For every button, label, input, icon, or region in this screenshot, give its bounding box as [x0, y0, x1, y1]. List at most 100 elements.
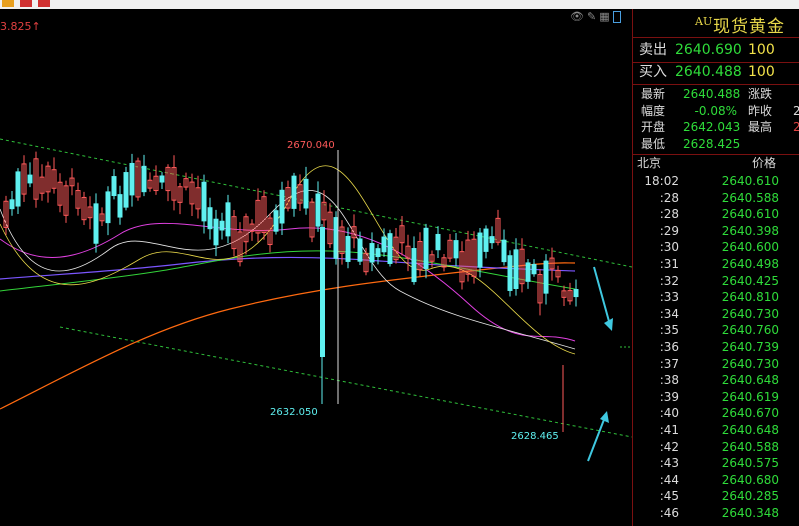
tick-time: :34: [659, 306, 679, 321]
candle-body: [369, 243, 375, 263]
tick-price: 2640.648: [721, 422, 779, 437]
tick-row[interactable]: :37 2640.730: [633, 356, 799, 373]
candle-body: [9, 199, 15, 210]
tick-row[interactable]: :38 2640.648: [633, 372, 799, 389]
tick-time: :46: [659, 505, 679, 520]
tick-time: :28: [659, 190, 679, 205]
tick-row[interactable]: :42 2640.588: [633, 439, 799, 456]
down-arrow: [593, 266, 611, 326]
draw-icon[interactable]: ✎: [587, 10, 596, 24]
stat-label: 最新: [641, 87, 666, 101]
candle-body: [159, 175, 165, 183]
panel-icon[interactable]: [612, 11, 621, 23]
candle-body: [15, 171, 21, 207]
tick-time: :36: [659, 339, 679, 354]
tick-row[interactable]: :40 2640.670: [633, 405, 799, 422]
tick-row[interactable]: :28 2640.610: [633, 206, 799, 223]
tick-row[interactable]: :35 2640.760: [633, 322, 799, 339]
eye-icon[interactable]: 👁: [570, 10, 584, 24]
stat-value: -0.08%: [694, 103, 737, 118]
candle-body: [141, 165, 147, 193]
candle-body: [333, 217, 339, 259]
tick-time: :32: [659, 273, 679, 288]
title-strip: [0, 0, 799, 9]
tick-row[interactable]: 18:02 2640.610: [633, 173, 799, 190]
app-icon[interactable]: [2, 0, 14, 7]
tick-price: 2640.588: [721, 439, 779, 454]
tick-row[interactable]: :45 2640.285: [633, 488, 799, 505]
candle-body: [213, 218, 219, 246]
candle-body: [320, 227, 325, 357]
sell-row[interactable]: 卖出 2640.690 100: [633, 38, 799, 62]
tick-price: 2640.619: [721, 389, 779, 404]
tick-time: :41: [659, 422, 679, 437]
tick-row[interactable]: :39 2640.619: [633, 389, 799, 406]
tick-row[interactable]: :29 2640.398: [633, 223, 799, 240]
buy-price: 2640.488: [675, 64, 742, 80]
candlestick-chart[interactable]: 2670.040 2632.050 2628.465: [0, 9, 632, 526]
price-header: 价格: [752, 156, 777, 170]
app-icon[interactable]: [38, 0, 50, 7]
stat-label: 开盘: [641, 120, 666, 134]
tick-price: 2640.730: [721, 306, 779, 321]
tick-row[interactable]: :28 2640.588: [633, 190, 799, 207]
tick-price: 2640.739: [721, 339, 779, 354]
tick-time: :39: [659, 389, 679, 404]
tick-time: 18:02: [644, 174, 679, 188]
app-icon[interactable]: [20, 0, 32, 7]
candle-body: [531, 264, 537, 275]
tick-time: :28: [659, 207, 679, 222]
tick-row[interactable]: :30 2640.600: [633, 239, 799, 256]
candle-body: [489, 236, 495, 244]
candle-body: [279, 189, 285, 224]
candle-body: [105, 191, 111, 224]
channel-lower-line: [59, 326, 632, 438]
tick-row[interactable]: :43 2640.575: [633, 455, 799, 472]
tick-row[interactable]: :33 2640.810: [633, 289, 799, 306]
candle-body: [117, 194, 123, 218]
buy-volume: 100: [748, 64, 775, 80]
candle-body: [303, 178, 309, 209]
sell-price: 2640.690: [675, 42, 742, 58]
tick-time: :40: [659, 406, 679, 421]
tick-row[interactable]: :44 2640.680: [633, 472, 799, 489]
tick-price: 2640.575: [721, 456, 779, 471]
tick-row[interactable]: :41 2640.648: [633, 422, 799, 439]
up-arrow: [587, 416, 606, 462]
stats-row: 最新 2640.488 涨跌: [633, 86, 799, 102]
grid-icon[interactable]: ▦: [599, 10, 609, 24]
tick-price: 2640.610: [721, 207, 779, 222]
tick-row[interactable]: :34 2640.730: [633, 306, 799, 323]
stats-row: 幅度 -0.08% 昨收 2: [633, 103, 799, 119]
tick-row[interactable]: :31 2640.498: [633, 256, 799, 273]
tick-row[interactable]: :36 2640.739: [633, 339, 799, 356]
ma-line: [0, 222, 576, 342]
tick-row[interactable]: :32 2640.425: [633, 273, 799, 290]
candle-body: [543, 260, 549, 294]
candle-body: [345, 235, 351, 262]
tick-price: 2640.398: [721, 223, 779, 238]
ma-line: [0, 250, 576, 292]
candle-body: [381, 236, 387, 253]
stat-value: 2642.043: [683, 120, 741, 134]
candle-body: [423, 227, 429, 269]
candle-body: [315, 193, 321, 227]
tick-time: :31: [659, 256, 679, 271]
buy-row[interactable]: 买入 2640.488 100: [633, 60, 799, 84]
tick-time: :37: [659, 356, 679, 371]
stat-label: 涨跌: [748, 87, 773, 101]
tick-row[interactable]: :46 2640.348: [633, 505, 799, 522]
tick-price: 2640.425: [721, 273, 779, 288]
candle-body: [225, 202, 231, 237]
candle-body: [375, 248, 381, 258]
tick-time: :35: [659, 323, 679, 338]
candle-body: [129, 162, 135, 196]
candle-body: [435, 233, 441, 251]
tick-table[interactable]: 18:02 2640.610:28 2640.588:28 2640.610:29 26…: [633, 173, 799, 521]
candle-body: [357, 238, 363, 262]
candle-body: [219, 220, 225, 231]
tick-price: 2640.610: [721, 174, 779, 188]
stats-row: 开盘 2642.043 最高 2: [633, 119, 799, 135]
candle-body: [207, 207, 213, 230]
stat-label: 最低: [641, 136, 666, 151]
